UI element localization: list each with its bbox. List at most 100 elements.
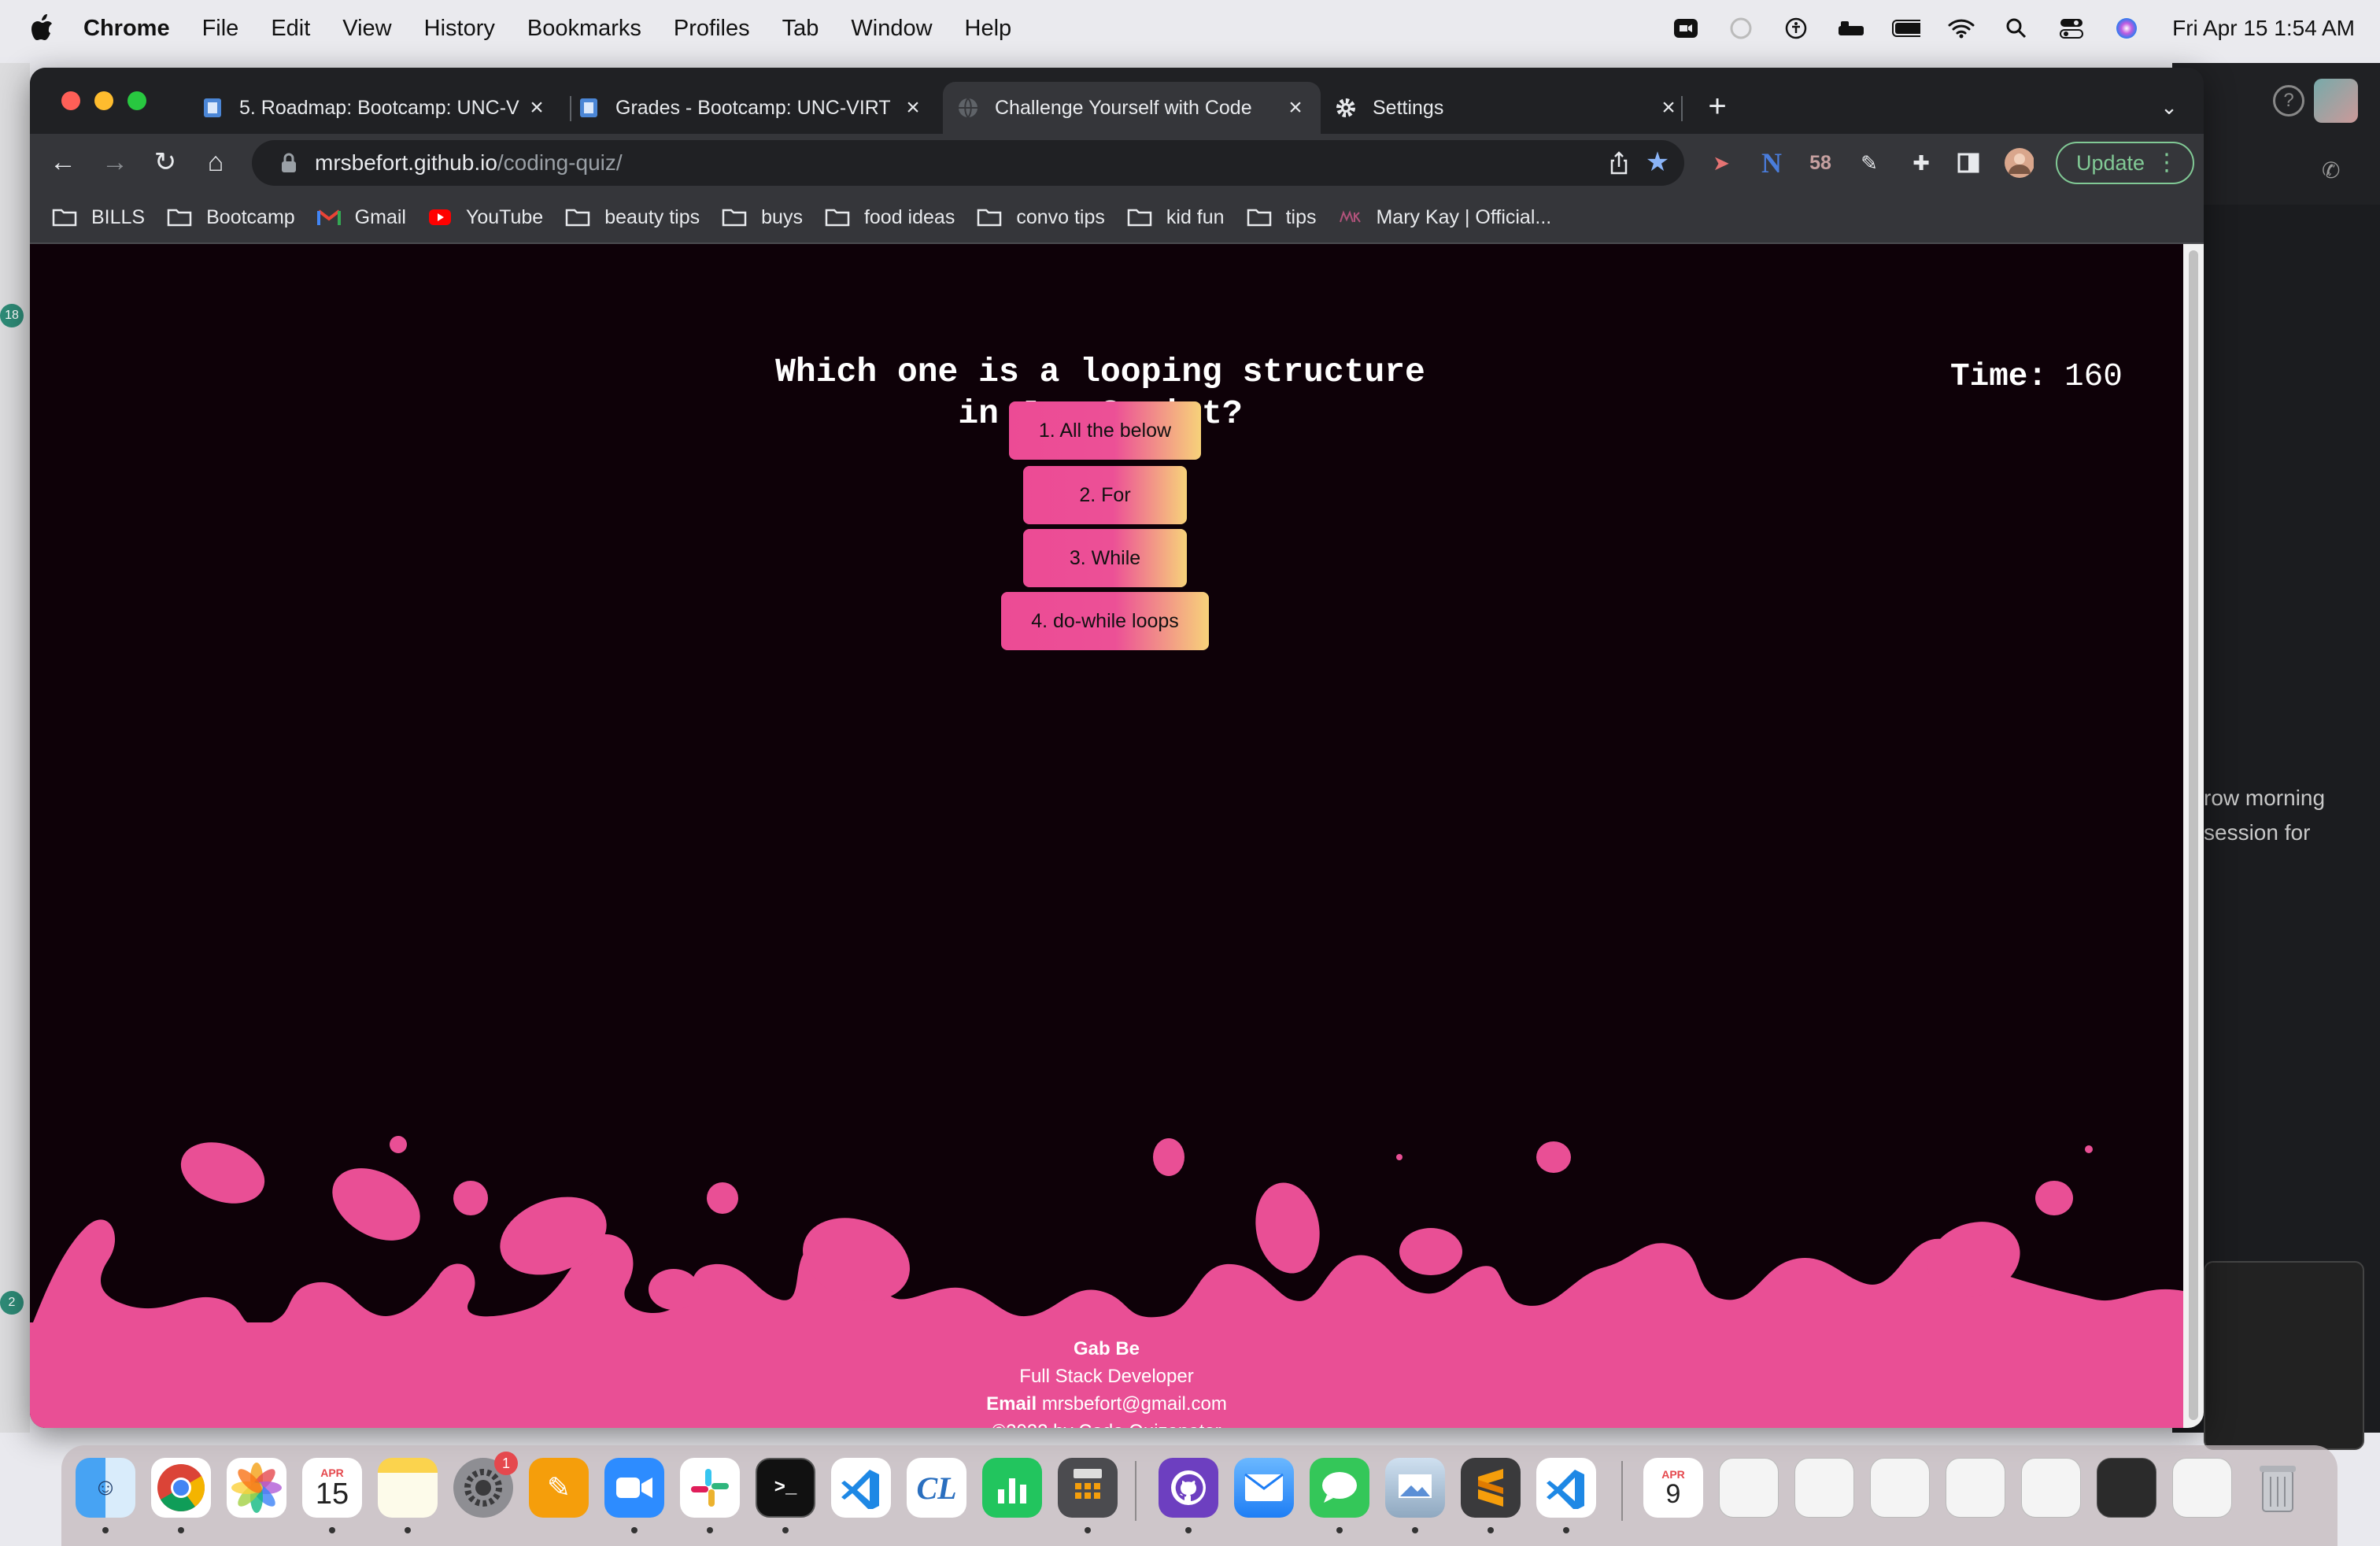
answer-button-2[interactable]: 2. For <box>1023 466 1187 524</box>
phone-icon[interactable]: ✆ <box>2322 157 2345 183</box>
address-bar[interactable]: mrsbefort.github.io/coding-quiz/ ★ <box>252 140 1684 186</box>
document-thumbnail[interactable] <box>2172 1458 2232 1518</box>
bookmark-mary-kay[interactable]: Mary Kay | Official... <box>1338 206 1551 229</box>
menu-tab[interactable]: Tab <box>782 16 819 42</box>
document-thumbnail[interactable] <box>2021 1458 2081 1518</box>
answer-button-1[interactable]: 1. All the below <box>1009 401 1201 460</box>
profile-avatar[interactable] <box>2004 148 2034 178</box>
document-thumbnail[interactable] <box>1946 1458 2005 1518</box>
bookmark-tips[interactable]: tips <box>1247 206 1316 229</box>
menu-history[interactable]: History <box>424 16 495 42</box>
document-thumbnail[interactable] <box>1870 1458 1930 1518</box>
new-tab-button[interactable]: + <box>1703 91 1731 122</box>
wifi-icon[interactable] <box>1947 14 1975 43</box>
lock-icon[interactable] <box>280 153 298 173</box>
apple-logo-icon[interactable] <box>30 13 57 43</box>
numbers-icon[interactable] <box>982 1458 1042 1518</box>
screencast-extension-icon[interactable]: ➤ <box>1706 148 1736 178</box>
reload-button[interactable]: ↻ <box>150 146 181 178</box>
window-close-button[interactable] <box>61 91 80 110</box>
menu-view[interactable]: View <box>342 16 391 42</box>
forward-button[interactable]: → <box>99 146 131 178</box>
menu-edit[interactable]: Edit <box>271 16 310 42</box>
finder-icon[interactable]: ☺ <box>76 1458 135 1518</box>
menu-app-name[interactable]: Chrome <box>83 16 170 42</box>
menu-bar-clock[interactable]: Fri Apr 15 1:54 AM <box>2172 16 2355 41</box>
cl-app-icon[interactable]: CL <box>907 1458 966 1518</box>
more-menu-icon[interactable]: ⋮ <box>2155 150 2179 176</box>
tab-roadmap[interactable]: 5. Roadmap: Bootcamp: UNC-V × <box>187 82 562 134</box>
trash-icon[interactable] <box>2248 1458 2308 1518</box>
document-thumbnail[interactable] <box>1794 1458 1854 1518</box>
pen-extension-icon[interactable]: ✎ <box>1854 148 1884 178</box>
bookmark-bills[interactable]: BILLS <box>52 206 145 229</box>
spotlight-search-icon[interactable] <box>2002 14 2031 43</box>
share-icon[interactable] <box>1607 151 1631 175</box>
help-icon[interactable]: ? <box>2273 85 2304 117</box>
calculator-icon[interactable] <box>1058 1458 1118 1518</box>
chrome-icon[interactable] <box>151 1458 211 1518</box>
menu-bookmarks[interactable]: Bookmarks <box>527 16 641 42</box>
accessibility-icon[interactable] <box>1782 14 1810 43</box>
menu-window[interactable]: Window <box>851 16 932 42</box>
close-icon[interactable]: × <box>1284 94 1306 120</box>
vpn-status-icon[interactable] <box>1727 14 1755 43</box>
pages-icon[interactable]: ✎ <box>529 1458 589 1518</box>
n-extension-icon[interactable]: N <box>1757 147 1787 179</box>
messages-icon[interactable] <box>1310 1458 1369 1518</box>
window-minimize-button[interactable] <box>94 91 113 110</box>
menu-file[interactable]: File <box>202 16 239 42</box>
answer-button-3[interactable]: 3. While <box>1023 529 1187 587</box>
email-address[interactable]: mrsbefort@gmail.com <box>1042 1393 1227 1415</box>
side-panel-icon[interactable] <box>1953 148 1983 178</box>
bookmark-youtube[interactable]: YouTube <box>428 206 543 229</box>
terminal-icon[interactable]: >_ <box>756 1458 815 1518</box>
sleep-icon[interactable] <box>1837 14 1865 43</box>
window-zoom-button[interactable] <box>128 91 146 110</box>
close-icon[interactable]: × <box>902 94 924 120</box>
mail-icon[interactable] <box>1234 1458 1294 1518</box>
menu-help[interactable]: Help <box>965 16 1012 42</box>
tab-settings[interactable]: Settings × <box>1321 82 1694 134</box>
zoom-icon[interactable] <box>604 1458 664 1518</box>
control-center-icon[interactable] <box>2057 14 2086 43</box>
notes-icon[interactable] <box>378 1458 438 1518</box>
home-button[interactable]: ⌂ <box>200 146 231 178</box>
menu-profiles[interactable]: Profiles <box>674 16 750 42</box>
chat-message-input[interactable] <box>2204 1261 2364 1450</box>
vscode-icon[interactable] <box>1536 1458 1596 1518</box>
bookmark-star-icon[interactable]: ★ <box>1643 148 1672 176</box>
avatar[interactable] <box>2314 79 2358 123</box>
siri-icon[interactable] <box>2112 14 2141 43</box>
bookmark-buys[interactable]: buys <box>722 206 803 229</box>
tab-challenge-yourself[interactable]: Challenge Yourself with Code × <box>943 82 1321 134</box>
bookmark-bootcamp[interactable]: Bootcamp <box>167 206 295 229</box>
tab-grades[interactable]: Grades - Bootcamp: UNC-VIRT × <box>564 82 938 134</box>
tab-search-chevron-icon[interactable]: ⌄ <box>2155 93 2183 121</box>
sublime-text-icon[interactable] <box>1461 1458 1521 1518</box>
battery-icon[interactable] <box>1892 14 1921 43</box>
bookmark-gmail[interactable]: Gmail <box>316 206 406 229</box>
extensions-puzzle-icon[interactable]: ✚ <box>1906 148 1936 178</box>
extension-badge-count[interactable]: 58 <box>1805 148 1835 178</box>
scrollbar-thumb[interactable] <box>2189 250 2198 1420</box>
zoom-status-icon[interactable] <box>1672 14 1700 43</box>
github-desktop-icon[interactable] <box>1159 1458 1218 1518</box>
close-icon[interactable]: × <box>526 94 548 120</box>
calendar-file-icon[interactable]: APR 9 <box>1643 1458 1703 1518</box>
bookmark-convo-tips[interactable]: convo tips <box>977 206 1105 229</box>
calendar-icon[interactable]: APR 15 <box>302 1458 362 1518</box>
photos-icon[interactable] <box>227 1458 286 1518</box>
preview-icon[interactable] <box>1385 1458 1445 1518</box>
slack-icon[interactable] <box>680 1458 740 1518</box>
vscode-icon[interactable] <box>831 1458 891 1518</box>
document-thumbnail[interactable] <box>1719 1458 1779 1518</box>
answer-button-4[interactable]: 4. do-while loops <box>1001 592 1209 650</box>
bookmark-food-ideas[interactable]: food ideas <box>825 206 955 229</box>
bookmark-beauty-tips[interactable]: beauty tips <box>565 206 700 229</box>
bookmark-kid-fun[interactable]: kid fun <box>1127 206 1225 229</box>
update-chrome-button[interactable]: Update ⋮ <box>2056 142 2194 184</box>
close-icon[interactable]: × <box>1658 94 1680 120</box>
back-button[interactable]: ← <box>47 146 79 178</box>
document-thumbnail[interactable] <box>2097 1458 2156 1518</box>
